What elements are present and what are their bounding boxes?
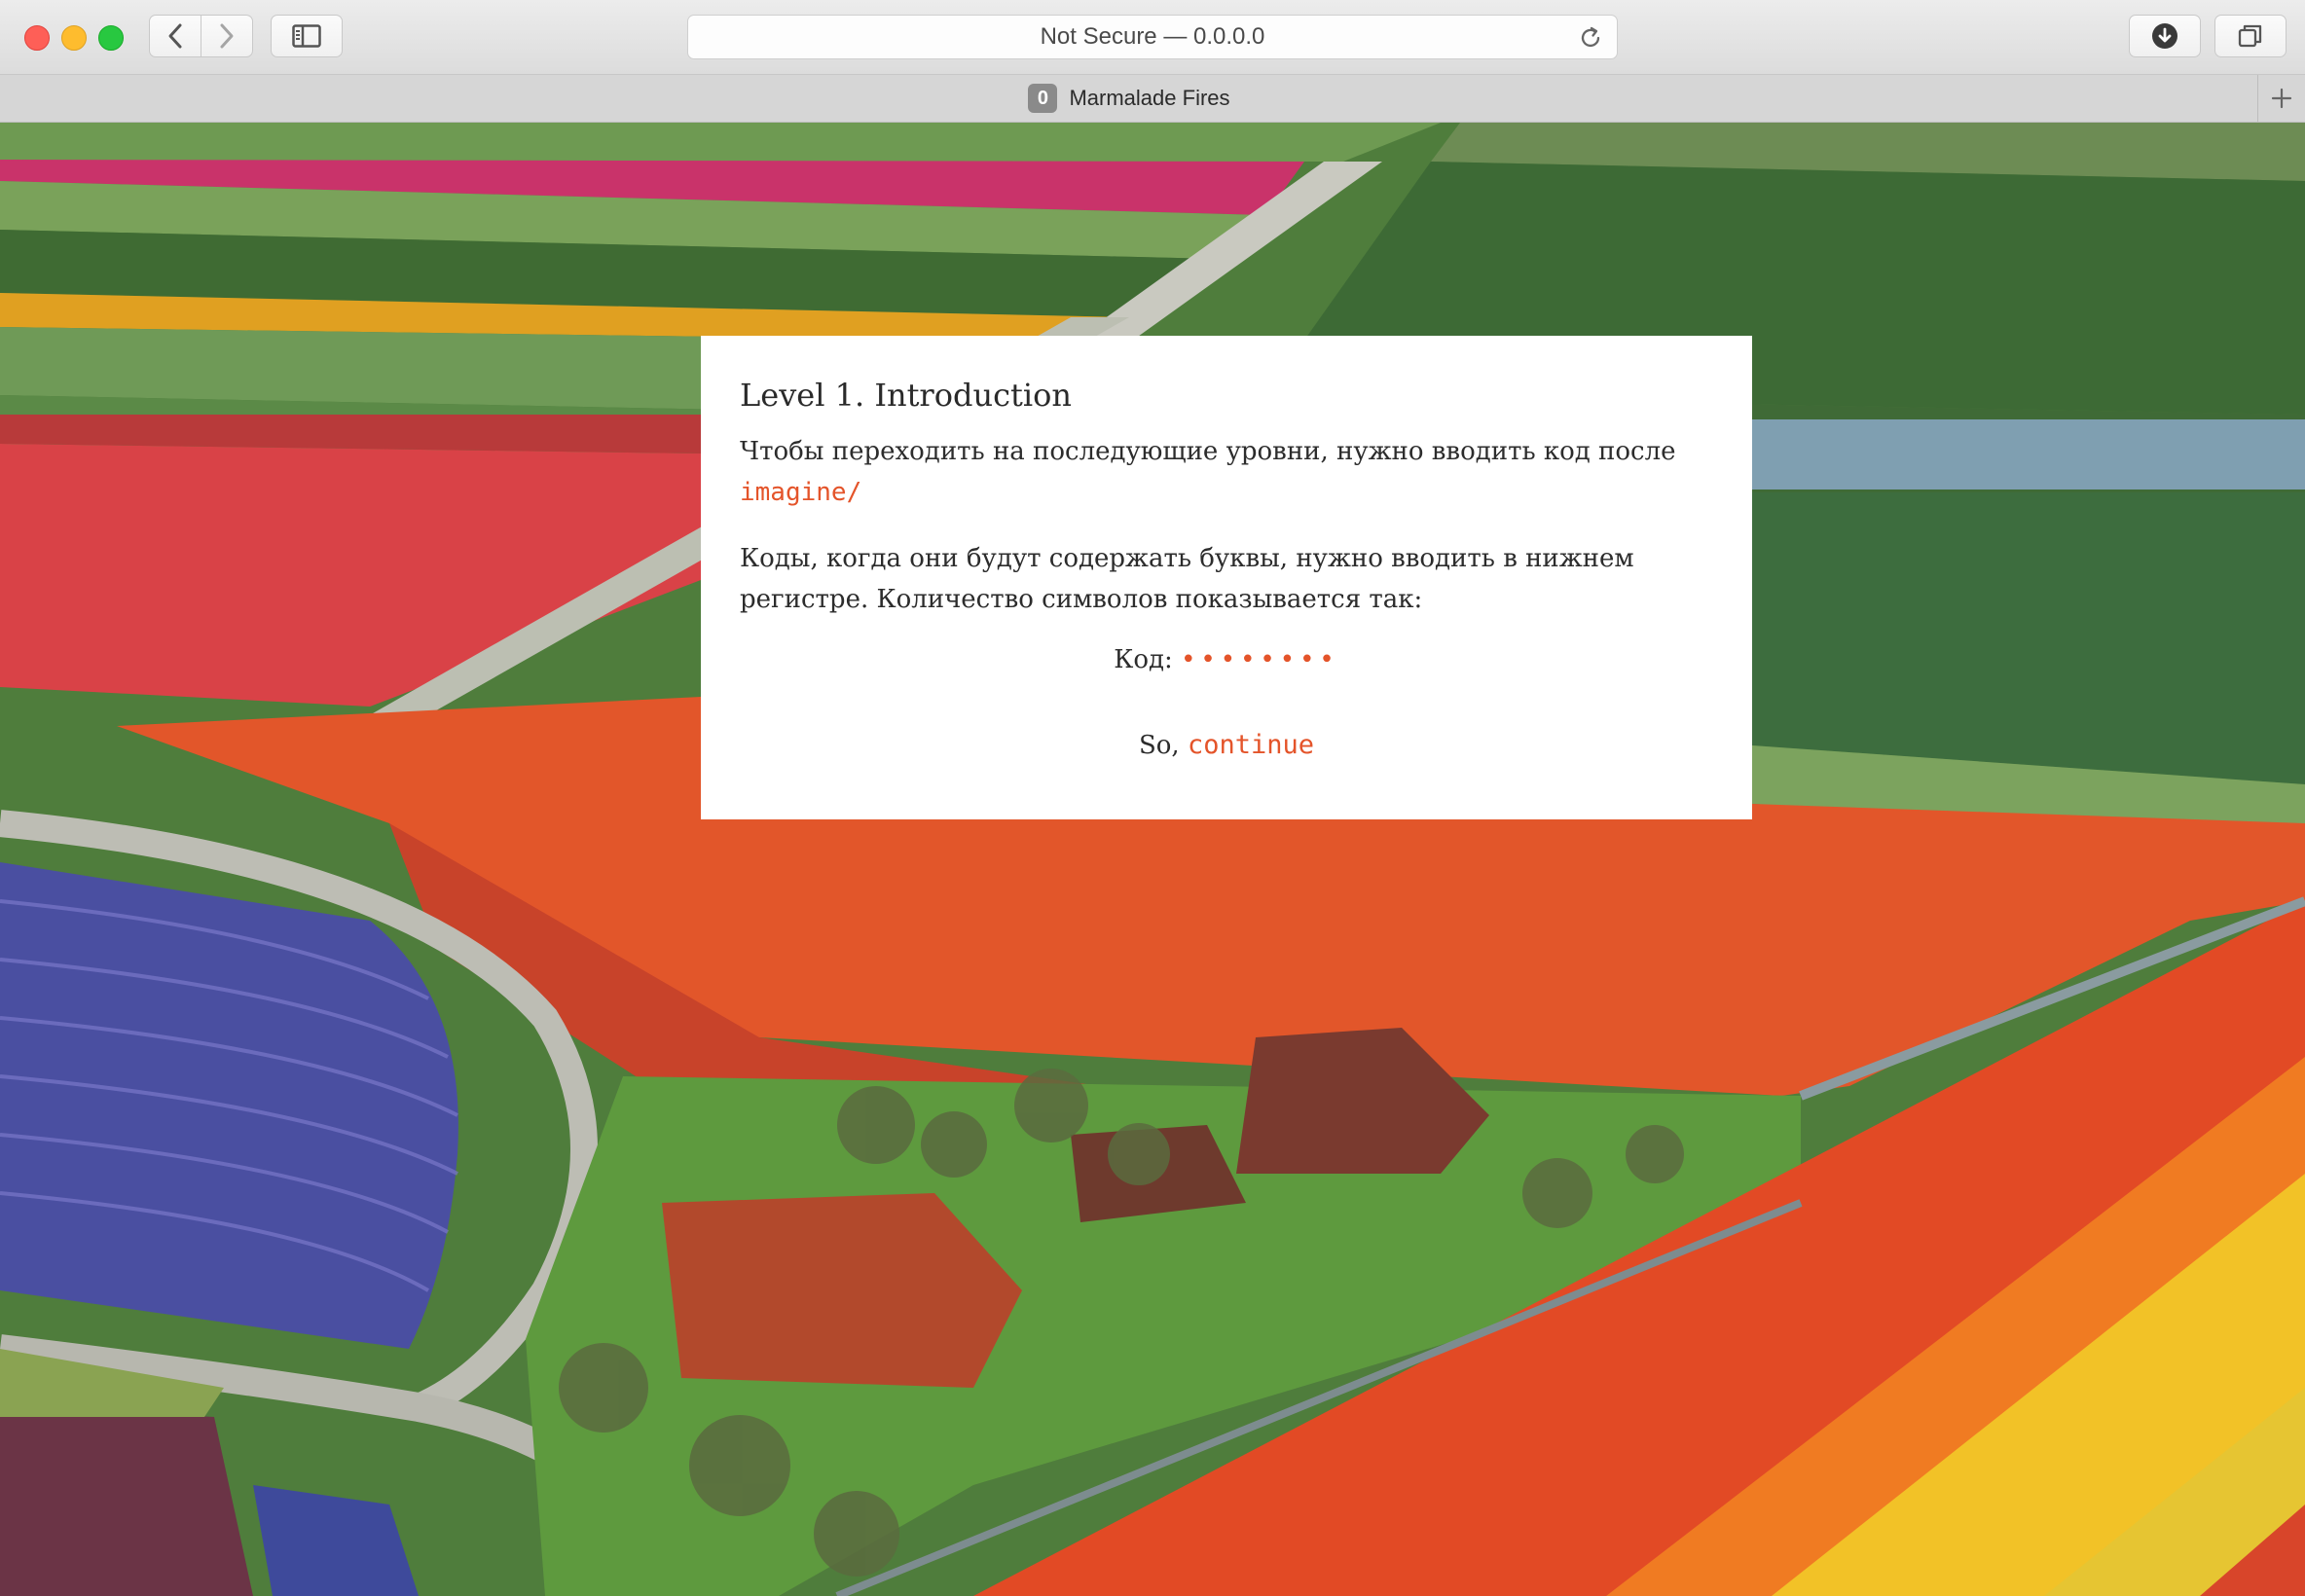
code-example: Код: •••••••• (740, 639, 1713, 680)
so-text: So, (1138, 731, 1180, 760)
new-tab-plus-icon (2271, 88, 2292, 109)
instruction-paragraph: Чтобы переходить на последующие уровни, … (740, 431, 1713, 513)
minimize-window-button[interactable] (61, 25, 87, 51)
download-icon (2152, 23, 2177, 49)
tab-active[interactable]: 0 Marmalade Fires (0, 75, 2258, 122)
level-heading: Level 1. Introduction (740, 377, 1072, 414)
close-window-button[interactable] (24, 25, 50, 51)
tabs-overview-icon (2238, 24, 2262, 48)
continue-link[interactable]: continue (1188, 730, 1314, 760)
level-intro-dialog: Level 1. Introduction Чтобы переходить н… (701, 336, 1752, 819)
instruction-text: Чтобы переходить на последующие уровни, … (740, 437, 1676, 466)
zoom-window-button[interactable] (98, 25, 124, 51)
sidebar-icon (292, 24, 321, 48)
back-button[interactable] (149, 15, 201, 57)
browser-toolbar: Not Secure — 0.0.0.0 (0, 0, 2305, 75)
continue-line: So, continue (740, 725, 1713, 766)
tab-bar: 0 Marmalade Fires (0, 75, 2305, 123)
tab-badge: 0 (1028, 84, 1058, 113)
lowercase-note-paragraph: Коды, когда они будут содержать буквы, н… (740, 544, 1634, 614)
forward-chevron-icon (220, 23, 234, 49)
forward-button[interactable] (201, 15, 253, 57)
address-bar[interactable]: Not Secure — 0.0.0.0 (687, 15, 1618, 59)
page-content: Level 1. Introduction Чтобы переходить н… (0, 123, 2305, 1596)
downloads-button[interactable] (2129, 15, 2201, 57)
back-chevron-icon (168, 23, 182, 49)
reload-icon[interactable] (1578, 25, 1603, 51)
code-path-text: imagine/ (740, 478, 862, 507)
tab-overview-button[interactable] (2214, 15, 2287, 57)
code-label: Код: (1114, 645, 1173, 674)
address-text: Not Secure — 0.0.0.0 (1040, 23, 1265, 50)
code-mask: •••••••• (1181, 645, 1339, 674)
tab-title: Marmalade Fires (1069, 86, 1230, 110)
new-tab-button[interactable] (2257, 75, 2305, 122)
sidebar-toggle-button[interactable] (271, 15, 343, 57)
